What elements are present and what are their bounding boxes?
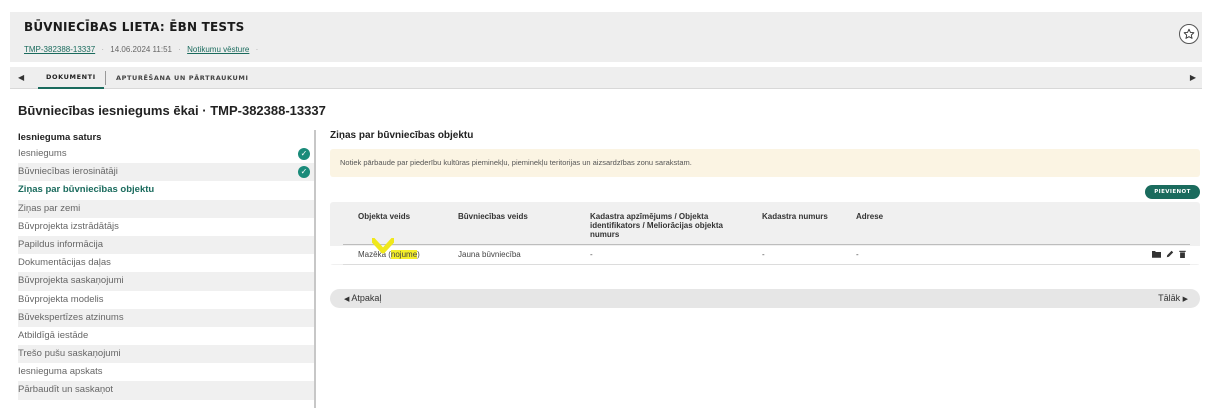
- sidebar-item-label: Iesnieguma apskats: [18, 366, 103, 378]
- sidebar-item-label: Iesniegums: [18, 148, 67, 159]
- tab-bar: ◀ DOKUMENTI APTURĒŠANA UN PĀRTRAUKUMI ▶: [10, 67, 1202, 89]
- back-button[interactable]: ◀ Atpakaļ: [344, 293, 381, 303]
- section-title: Ziņas par būvniecības objektu: [330, 130, 474, 141]
- sidebar-item-label: Būvprojekta modelis: [18, 293, 104, 305]
- sidebar-item-overview[interactable]: Iesnieguma apskats: [18, 363, 314, 381]
- sidebar-item-project-developer[interactable]: Būvprojekta izstrādātājs: [18, 218, 314, 236]
- table-header: Objekta veids Būvniecības veids Kadastra…: [330, 202, 1200, 245]
- case-datetime: 14.06.2024 11:51: [110, 45, 172, 54]
- tab-documents[interactable]: DOKUMENTI: [38, 67, 104, 89]
- column-header-cadastre-number: Kadastra numurs: [762, 212, 828, 221]
- case-id-link[interactable]: TMP-382388-13337: [24, 45, 95, 54]
- column-header-object-type: Objekta veids: [358, 212, 411, 221]
- sidebar-item-project-approvals[interactable]: Būvprojekta saskaņojumi: [18, 272, 314, 291]
- case-meta: TMP-382388-13337 · 14.06.2024 11:51 · No…: [24, 45, 262, 54]
- sidebar-item-verify[interactable]: Pārbaudīt un saskaņot: [18, 381, 314, 400]
- cell-build-type: Jauna būvniecība: [458, 250, 521, 259]
- sidebar-item-label: Pārbaudīt un saskaņot: [18, 384, 114, 396]
- sidebar-item-label: Dokumentācijas daļas: [18, 257, 111, 269]
- sidebar-item-land-info[interactable]: Ziņas par zemi: [18, 199, 314, 218]
- cell-cadastre-designation: -: [590, 250, 593, 259]
- sidebar-item-label: Papildus informācija: [18, 238, 104, 250]
- sidebar-heading: Iesnieguma saturs: [18, 132, 102, 143]
- sidebar-item-label: Būvekspertīzes atzinums: [18, 311, 124, 323]
- sidebar-item-authority[interactable]: Atbildīgā iestāde: [18, 327, 314, 345]
- sidebar-item-additional-info[interactable]: Papildus informācija: [18, 235, 314, 255]
- divider: [343, 264, 1190, 265]
- cell-cadastre-number: -: [762, 250, 765, 259]
- sidebar-item-application[interactable]: Iesniegums ✓: [18, 145, 314, 163]
- sidebar: Iesnieguma saturs Iesniegums ✓ Būvniecīb…: [18, 130, 316, 408]
- sidebar-item-label: Trešo pušu saskaņojumi: [18, 348, 121, 360]
- tabs-scroll-right-icon[interactable]: ▶: [1190, 73, 1196, 82]
- case-header: BŪVNIECĪBAS LIETA: ĒBN TESTS TMP-382388-…: [10, 12, 1202, 62]
- column-header-cadastre-designation: Kadastra apzīmējums / Objekta identifika…: [590, 212, 723, 239]
- check-icon: ✓: [298, 148, 310, 160]
- divider: [343, 244, 1190, 245]
- sidebar-item-label: Ziņas par zemi: [18, 202, 81, 214]
- check-icon: ✓: [298, 166, 310, 179]
- edit-icon[interactable]: [1166, 250, 1174, 258]
- chevron-right-icon: ▶: [1182, 296, 1188, 303]
- sidebar-item-label: Būvniecības ierosinātāji: [18, 166, 118, 178]
- sidebar-item-documentation-parts[interactable]: Dokumentācijas daļas: [18, 254, 314, 272]
- sidebar-item-expertise[interactable]: Būvekspertīzes atzinums: [18, 308, 314, 327]
- objects-table: Objekta veids Būvniecības veids Kadastra…: [330, 202, 1200, 265]
- column-header-address: Adrese: [856, 212, 884, 221]
- row-actions: [1152, 250, 1186, 258]
- next-button[interactable]: Tālāk ▶: [1158, 293, 1188, 303]
- sidebar-item-label: Atbildīgā iestāde: [18, 329, 89, 341]
- case-title: BŪVNIECĪBAS LIETA: ĒBN TESTS: [24, 20, 245, 34]
- table-row[interactable]: Mazēka (nojume) Jauna būvniecība - - -: [330, 246, 1200, 264]
- sidebar-item-object-info[interactable]: Ziņas par būvniecības objektu: [18, 181, 314, 199]
- sidebar-item-project-model[interactable]: Būvprojekta modelis: [18, 291, 314, 309]
- history-link[interactable]: Notikumu vēsture: [187, 45, 249, 54]
- highlighted-text: nojume: [390, 250, 418, 259]
- column-header-build-type: Būvniecības veids: [458, 212, 528, 221]
- notice-banner: Notiek pārbaude par piederību kultūras p…: [330, 149, 1200, 177]
- sidebar-item-label: Būvprojekta izstrādātājs: [18, 220, 119, 232]
- folder-icon[interactable]: [1152, 250, 1161, 258]
- tab-suspension[interactable]: APTURĒŠANA UN PĀRTRAUKUMI: [105, 71, 249, 85]
- meta-separator: ·: [101, 45, 105, 54]
- sidebar-item-initiators[interactable]: Būvniecības ierosinātāji ✓: [18, 163, 314, 182]
- pager: ◀ Atpakaļ Tālāk ▶: [330, 289, 1200, 308]
- chevron-left-icon: ◀: [344, 296, 350, 303]
- add-button[interactable]: PIEVIENOT: [1145, 185, 1200, 199]
- favorite-button[interactable]: [1179, 24, 1199, 44]
- sidebar-item-label: Ziņas par būvniecības objektu: [18, 184, 155, 196]
- star-icon: [1183, 28, 1195, 39]
- meta-separator: ·: [178, 45, 181, 54]
- tabs-scroll-left-icon[interactable]: ◀: [18, 73, 24, 82]
- main-content: Ziņas par būvniecības objektu Notiek pār…: [330, 130, 1202, 308]
- meta-separator: ·: [255, 45, 259, 54]
- page-title: Būvniecības iesniegums ēkai · TMP-382388…: [18, 103, 326, 118]
- delete-icon[interactable]: [1179, 250, 1186, 258]
- cell-address: -: [856, 250, 859, 259]
- sidebar-item-label: Būvprojekta saskaņojumi: [18, 275, 124, 287]
- sidebar-item-third-party[interactable]: Trešo pušu saskaņojumi: [18, 345, 314, 364]
- cursor-highlight-icon: [372, 238, 394, 254]
